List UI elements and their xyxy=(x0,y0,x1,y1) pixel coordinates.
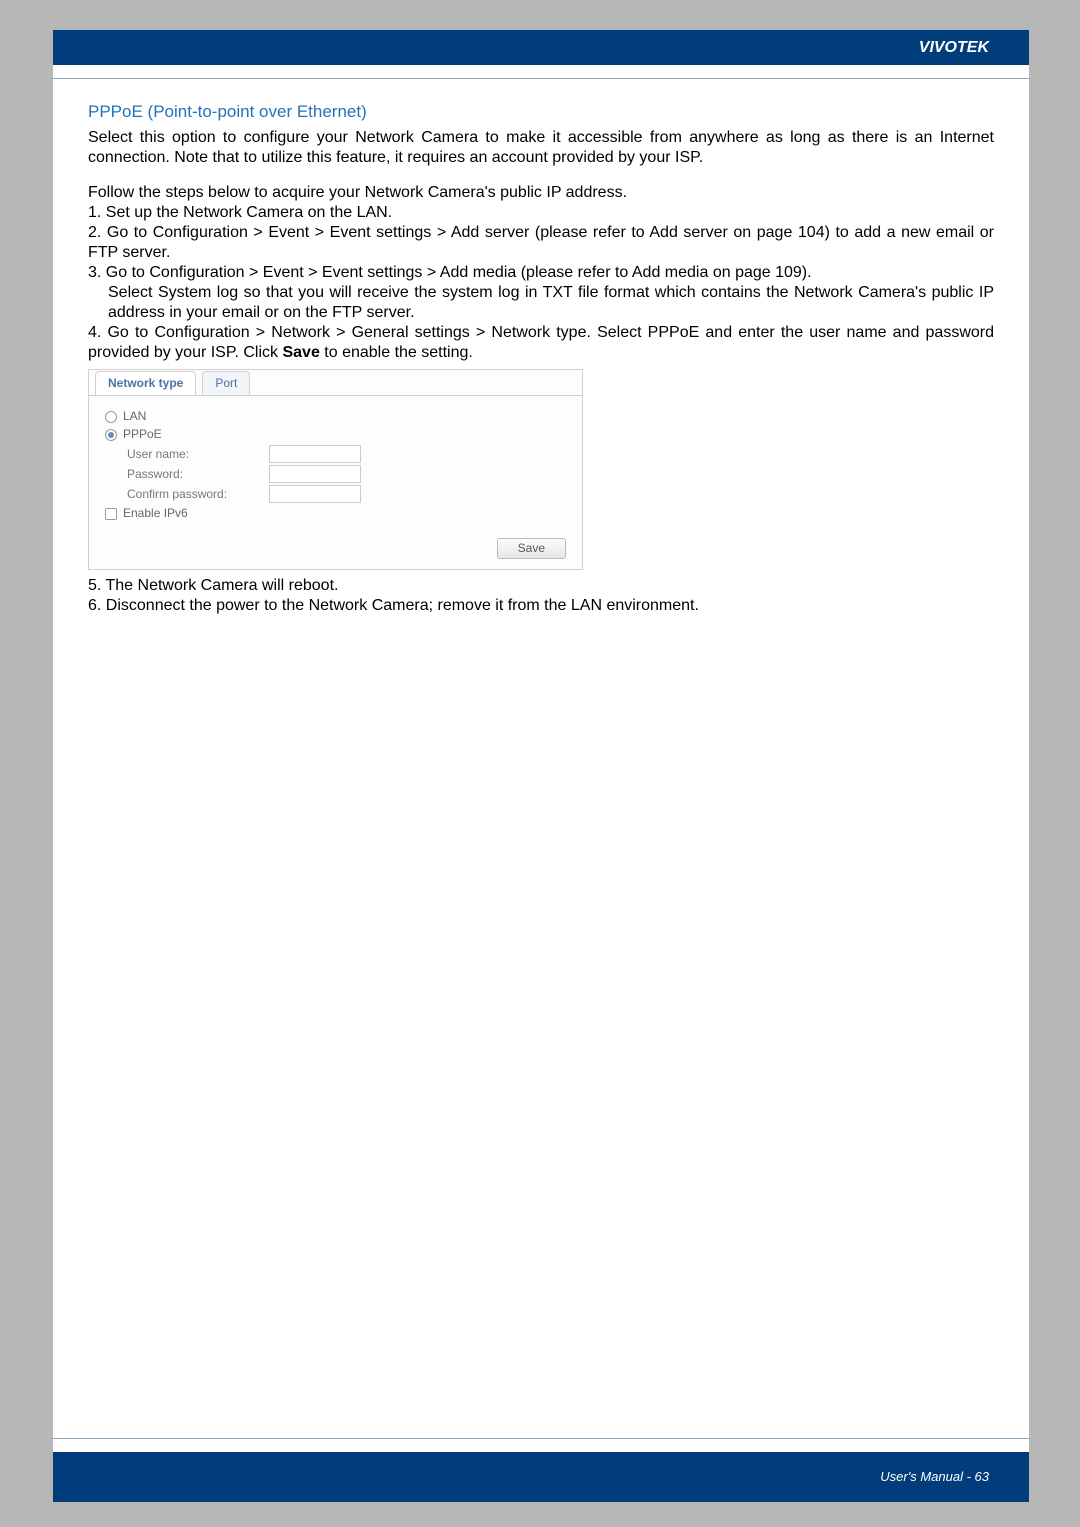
tab-bar: Network type Port xyxy=(89,370,582,396)
step-5: 5. The Network Camera will reboot. xyxy=(88,576,994,596)
radio-lan-label: LAN xyxy=(123,409,146,424)
password-row: Password: xyxy=(127,465,566,483)
panel-body: LAN PPPoE User name: Password: Confirm p… xyxy=(89,396,582,534)
step-6: 6. Disconnect the power to the Network C… xyxy=(88,596,994,616)
save-button[interactable]: Save xyxy=(497,538,566,559)
step-3: 3. Go to Configuration > Event > Event s… xyxy=(88,263,994,283)
radio-lan[interactable] xyxy=(105,411,117,423)
follow-line: Follow the steps below to acquire your N… xyxy=(88,183,994,203)
password-input[interactable] xyxy=(269,465,361,483)
username-row: User name: xyxy=(127,445,566,463)
username-label: User name: xyxy=(127,447,269,462)
step-3-detail: Select System log so that you will recei… xyxy=(88,283,994,323)
step-4-part-c: to enable the setting. xyxy=(320,344,473,361)
ipv6-label: Enable IPv6 xyxy=(123,506,188,521)
page: VIVOTEK PPPoE (Point-to-point over Ether… xyxy=(53,30,1029,1502)
step-4: 4. Go to Configuration > Network > Gener… xyxy=(88,323,994,363)
ipv6-row[interactable]: Enable IPv6 xyxy=(105,506,566,521)
checkbox-ipv6[interactable] xyxy=(105,508,117,520)
tab-network-type[interactable]: Network type xyxy=(95,371,196,395)
tab-port[interactable]: Port xyxy=(202,371,250,395)
radio-pppoe[interactable] xyxy=(105,429,117,441)
intro-paragraph: Select this option to configure your Net… xyxy=(88,128,994,168)
section-title: PPPoE (Point-to-point over Ethernet) xyxy=(88,101,994,122)
save-row: Save xyxy=(89,534,582,569)
radio-lan-row[interactable]: LAN xyxy=(105,409,566,424)
confirm-row: Confirm password: xyxy=(127,485,566,503)
header-divider xyxy=(53,65,1029,79)
header-bar: VIVOTEK xyxy=(53,30,1029,65)
username-input[interactable] xyxy=(269,445,361,463)
step-1: 1. Set up the Network Camera on the LAN. xyxy=(88,203,994,223)
confirm-input[interactable] xyxy=(269,485,361,503)
settings-screenshot: Network type Port LAN PPPoE User name: P… xyxy=(88,369,583,570)
radio-pppoe-row[interactable]: PPPoE xyxy=(105,427,566,442)
content-area: PPPoE (Point-to-point over Ethernet) Sel… xyxy=(53,79,1029,616)
footer-divider xyxy=(53,1438,1029,1452)
brand-label: VIVOTEK xyxy=(919,39,989,56)
step-4-part-a: 4. Go to Configuration > Network > Gener… xyxy=(88,324,994,361)
footer-text: User's Manual - 63 xyxy=(880,1469,989,1484)
step-2: 2. Go to Configuration > Event > Event s… xyxy=(88,223,994,263)
radio-pppoe-label: PPPoE xyxy=(123,427,162,442)
confirm-label: Confirm password: xyxy=(127,487,269,502)
step-4-save-word: Save xyxy=(282,344,319,361)
password-label: Password: xyxy=(127,467,269,482)
